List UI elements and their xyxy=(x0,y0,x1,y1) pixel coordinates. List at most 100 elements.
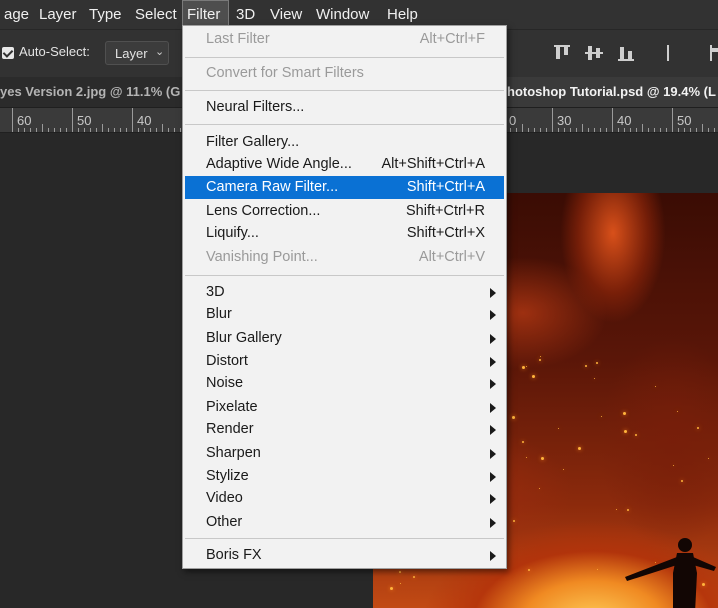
ruler-number: 60 xyxy=(17,113,32,128)
menu-layer[interactable]: Layer xyxy=(35,0,81,29)
submenu-arrow-icon xyxy=(490,472,496,482)
ruler-tick xyxy=(12,108,13,132)
align-vertical-center-icon[interactable] xyxy=(583,42,605,64)
ruler-tick xyxy=(102,124,103,132)
align-left-icon[interactable] xyxy=(658,42,680,64)
ruler-tick xyxy=(78,128,79,132)
menu-item-filter-gallery[interactable]: Filter Gallery... xyxy=(183,131,506,154)
ruler-tick xyxy=(624,128,625,132)
ruler-tick xyxy=(594,128,595,132)
menu-item-noise[interactable]: Noise xyxy=(183,372,506,395)
ruler-tick xyxy=(660,128,661,132)
ruler-tick xyxy=(72,108,73,132)
menu-separator xyxy=(185,275,504,276)
ruler-tick xyxy=(690,128,691,132)
menu-item-render[interactable]: Render xyxy=(183,418,506,441)
ember-spark xyxy=(558,428,559,429)
menu-separator xyxy=(185,57,504,58)
ember-spark xyxy=(673,465,674,466)
menu-select[interactable]: Select xyxy=(131,0,181,29)
menu-item-pixelate[interactable]: Pixelate xyxy=(183,396,506,419)
ruler-tick xyxy=(174,128,175,132)
menu-image[interactable]: age xyxy=(0,0,33,29)
ember-spark xyxy=(697,427,699,429)
ruler-tick xyxy=(42,124,43,132)
ruler-number: 40 xyxy=(617,113,632,128)
ember-spark xyxy=(578,447,581,450)
submenu-arrow-icon xyxy=(490,334,496,344)
ruler-tick xyxy=(582,124,583,132)
menu-type[interactable]: Type xyxy=(85,0,126,29)
submenu-arrow-icon xyxy=(490,379,496,389)
ruler-tick xyxy=(156,128,157,132)
ember-spark xyxy=(594,378,595,379)
align-bottom-icon[interactable] xyxy=(615,42,637,64)
ruler-tick xyxy=(564,128,565,132)
tab-document-2[interactable]: hotoshop Tutorial.psd @ 19.4% (L xyxy=(507,77,718,107)
submenu-arrow-icon xyxy=(490,310,496,320)
ruler-tick xyxy=(588,128,589,132)
ruler-tick xyxy=(30,128,31,132)
ember-spark xyxy=(540,356,541,357)
menu-item-sharpen[interactable]: Sharpen xyxy=(183,442,506,465)
menu-item-vanishing-point[interactable]: Vanishing Point... Alt+Ctrl+V xyxy=(183,246,506,269)
submenu-arrow-icon xyxy=(490,449,496,459)
menu-item-blur[interactable]: Blur xyxy=(183,303,506,326)
ruler-tick xyxy=(702,124,703,132)
ember-spark xyxy=(623,412,626,415)
menu-item-3d[interactable]: 3D xyxy=(183,281,506,304)
menu-item-other[interactable]: Other xyxy=(183,511,506,534)
menu-item-boris-fx[interactable]: Boris FX xyxy=(183,544,506,567)
ruler-tick xyxy=(558,128,559,132)
ember-spark xyxy=(677,411,678,412)
menu-item-lens-correction[interactable]: Lens Correction... Shift+Ctrl+R xyxy=(183,200,506,223)
ruler-tick xyxy=(576,128,577,132)
ember-spark xyxy=(596,362,598,364)
ember-spark xyxy=(513,520,515,522)
auto-select-target-dropdown[interactable]: Layer ⌄ xyxy=(105,41,169,65)
ruler-tick xyxy=(60,128,61,132)
menu-separator xyxy=(185,124,504,125)
ember-spark xyxy=(681,480,683,482)
ruler-tick xyxy=(54,128,55,132)
ruler-tick xyxy=(18,128,19,132)
ruler-number: 40 xyxy=(137,113,152,128)
auto-select-checkbox[interactable] xyxy=(2,47,14,59)
ruler-tick xyxy=(180,128,181,132)
ruler-number: 50 xyxy=(77,113,92,128)
align-horizontal-center-icon[interactable] xyxy=(700,42,718,64)
ruler-tick xyxy=(696,128,697,132)
ruler-number: 30 xyxy=(557,113,572,128)
menu-item-distort[interactable]: Distort xyxy=(183,350,506,373)
ruler-tick xyxy=(606,128,607,132)
ruler-tick xyxy=(90,128,91,132)
ruler-number: 0 xyxy=(509,113,517,128)
ruler-tick xyxy=(168,128,169,132)
menu-item-stylize[interactable]: Stylize xyxy=(183,465,506,488)
align-top-icon[interactable] xyxy=(551,42,573,64)
menu-item-video[interactable]: Video xyxy=(183,487,506,510)
menu-item-convert-for-smart-filters[interactable]: Convert for Smart Filters xyxy=(183,62,506,85)
submenu-arrow-icon xyxy=(490,403,496,413)
ruler-tick xyxy=(546,128,547,132)
menu-item-liquify[interactable]: Liquify... Shift+Ctrl+X xyxy=(183,222,506,245)
menu-item-adaptive-wide-angle[interactable]: Adaptive Wide Angle... Alt+Shift+Ctrl+A xyxy=(183,153,506,176)
ember-spark xyxy=(390,587,393,590)
ruler-tick xyxy=(516,128,517,132)
person-silhouette xyxy=(625,538,716,608)
tab-document-1[interactable]: yes Version 2.jpg @ 11.1% (G xyxy=(0,77,182,107)
ruler-tick xyxy=(522,124,523,132)
ember-spark xyxy=(526,366,527,367)
ruler-tick xyxy=(630,128,631,132)
ember-spark xyxy=(526,457,527,458)
ruler-tick xyxy=(672,108,673,132)
menu-item-camera-raw-filter[interactable]: Camera Raw Filter... Shift+Ctrl+A xyxy=(185,176,504,199)
auto-select-label: Auto-Select: xyxy=(19,44,90,59)
menu-item-blur-gallery[interactable]: Blur Gallery xyxy=(183,327,506,350)
menu-item-neural-filters[interactable]: Neural Filters... xyxy=(183,96,506,119)
ruler-tick xyxy=(648,128,649,132)
menu-separator xyxy=(185,90,504,91)
menu-item-last-filter[interactable]: Last Filter Alt+Ctrl+F xyxy=(183,28,506,51)
ember-spark xyxy=(563,469,564,470)
layer-select-value: Layer xyxy=(115,46,148,61)
